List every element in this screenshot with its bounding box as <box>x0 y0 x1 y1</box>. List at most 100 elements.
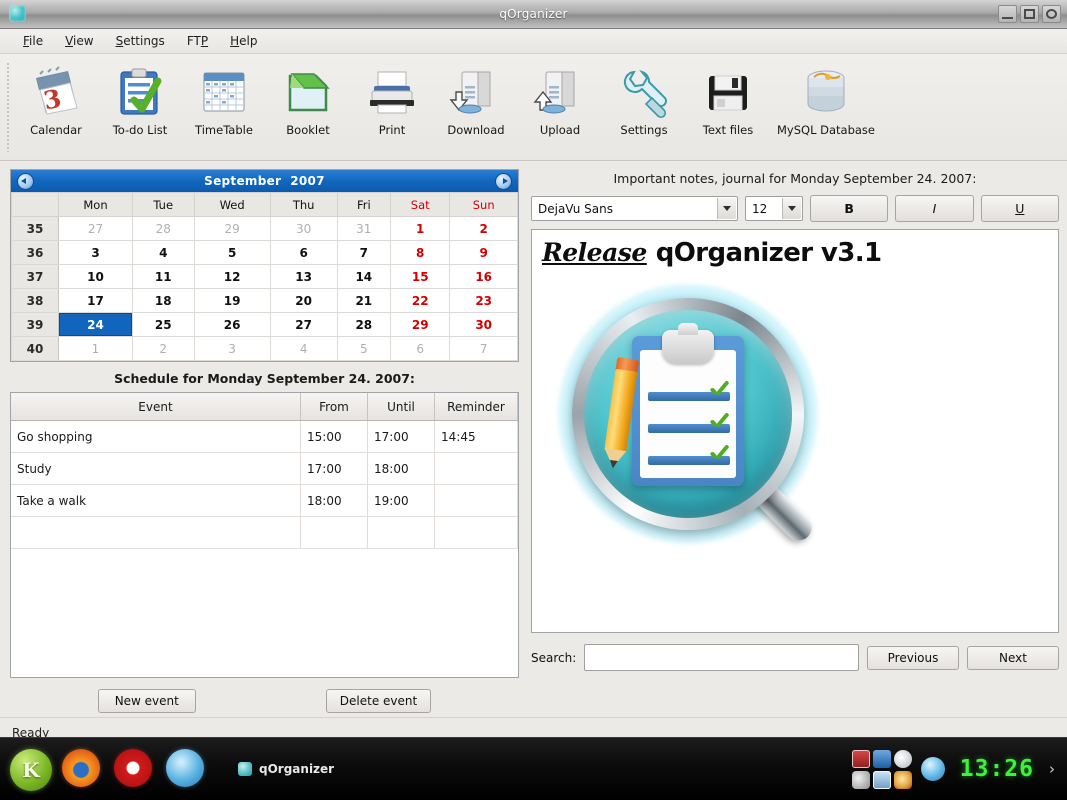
calendar-day[interactable]: 28 <box>131 216 195 241</box>
table-row[interactable]: Go shopping 15:00 17:00 14:45 <box>11 420 518 453</box>
font-family-combo[interactable]: DejaVu Sans <box>531 196 738 221</box>
search-input[interactable] <box>584 644 859 671</box>
schedule-cell-event[interactable]: Take a walk <box>11 484 301 517</box>
menu-file[interactable]: File <box>12 31 54 51</box>
speaker-icon[interactable] <box>851 770 870 789</box>
kde-menu-icon[interactable]: K <box>10 749 52 791</box>
menu-settings[interactable]: Settings <box>105 31 176 51</box>
font-size-combo[interactable]: 12 <box>745 196 803 221</box>
schedule-cell-event[interactable]: Study <box>11 452 301 485</box>
firefox-icon[interactable] <box>62 749 102 789</box>
taskbar-clock[interactable]: 13:26 <box>954 756 1040 782</box>
schedule-col-reminder[interactable]: Reminder <box>434 393 518 421</box>
calendar-day[interactable]: 1 <box>58 336 133 361</box>
schedule-cell-reminder[interactable] <box>434 516 518 549</box>
calendar-day[interactable]: 27 <box>269 312 338 337</box>
schedule-cell-reminder[interactable] <box>434 452 518 485</box>
tray-expand-arrow-icon[interactable]: › <box>1049 760 1061 778</box>
toolbar-button-calendar[interactable]: 3 Calendar <box>14 60 98 137</box>
close-button[interactable] <box>1042 5 1061 23</box>
schedule-cell-from[interactable]: 15:00 <box>300 420 368 453</box>
maximize-button[interactable] <box>1020 5 1039 23</box>
toolbar-button-booklet[interactable]: Booklet <box>266 60 350 137</box>
menu-help[interactable]: Help <box>219 31 268 51</box>
italic-button[interactable]: I <box>895 195 974 222</box>
calendar-day[interactable]: 17 <box>58 288 133 313</box>
photo-icon[interactable] <box>872 770 891 789</box>
calendar-day[interactable]: 9 <box>449 240 518 265</box>
minimize-button[interactable] <box>998 5 1017 23</box>
table-row[interactable]: Take a walk 18:00 19:00 <box>11 484 518 517</box>
calendar-day[interactable]: 11 <box>131 264 195 289</box>
calendar-day[interactable]: 14 <box>336 264 392 289</box>
calendar-day[interactable]: 25 <box>131 312 195 337</box>
calendar-day[interactable]: 22 <box>390 288 451 313</box>
schedule-col-until[interactable]: Until <box>367 393 435 421</box>
toolbar-button-download[interactable]: Download <box>434 60 518 137</box>
calendar-day[interactable]: 27 <box>58 216 133 241</box>
calendar-day[interactable]: 31 <box>336 216 392 241</box>
calendar-day[interactable]: 2 <box>449 216 518 241</box>
schedule-col-from[interactable]: From <box>300 393 368 421</box>
schedule-cell-until[interactable]: 19:00 <box>367 484 435 517</box>
calendar-day[interactable]: 10 <box>58 264 133 289</box>
konqueror-icon[interactable] <box>162 745 208 791</box>
toolbar-button-text-files[interactable]: Text files <box>686 60 770 137</box>
cloud-icon[interactable] <box>893 749 912 768</box>
schedule-cell-from[interactable]: 17:00 <box>300 452 368 485</box>
chevron-down-icon[interactable] <box>717 198 736 219</box>
schedule-cell-until[interactable]: 17:00 <box>367 420 435 453</box>
calendar-day[interactable]: 16 <box>449 264 518 289</box>
calendar-day[interactable]: 4 <box>269 336 338 361</box>
bold-button[interactable]: B <box>810 195 889 222</box>
calendar-day[interactable]: 21 <box>336 288 392 313</box>
toolbar-button-mysql-database[interactable]: MySQL Database <box>770 60 882 137</box>
calendar-prev-button[interactable] <box>17 172 34 190</box>
notes-editor[interactable]: Release qOrganizer v3.1 <box>531 229 1059 633</box>
keyboard-layout-icon[interactable] <box>851 749 870 768</box>
search-previous-button[interactable]: Previous <box>867 645 959 670</box>
calendar-day[interactable]: 3 <box>193 336 271 361</box>
schedule-cell-reminder[interactable] <box>434 484 518 517</box>
calendar-next-button[interactable] <box>495 172 512 190</box>
calendar-day[interactable]: 8 <box>390 240 451 265</box>
opera-icon[interactable] <box>114 749 154 789</box>
search-next-button[interactable]: Next <box>967 645 1059 670</box>
schedule-cell-from[interactable] <box>300 516 368 549</box>
menu-ftp[interactable]: FTP <box>176 31 219 51</box>
calendar-day[interactable]: 30 <box>449 312 518 337</box>
calendar-day-selected[interactable]: 24 <box>58 312 133 337</box>
calendar-day[interactable]: 6 <box>390 336 451 361</box>
schedule-cell-reminder[interactable]: 14:45 <box>434 420 518 453</box>
underline-button[interactable]: U <box>980 195 1059 222</box>
schedule-cell-until[interactable] <box>367 516 435 549</box>
toolbar-button-print[interactable]: Print <box>350 60 434 137</box>
calendar-day[interactable]: 28 <box>336 312 392 337</box>
calendar-day[interactable]: 19 <box>193 288 271 313</box>
schedule-cell-event[interactable]: Go shopping <box>11 420 301 453</box>
calendar-day[interactable]: 20 <box>269 288 338 313</box>
calendar-day[interactable]: 5 <box>193 240 271 265</box>
warning-icon[interactable] <box>893 770 912 789</box>
calendar-day[interactable]: 15 <box>390 264 451 289</box>
calendar-day[interactable]: 23 <box>449 288 518 313</box>
toolbar-button-todo-list[interactable]: To-do List <box>98 60 182 137</box>
calendar-day[interactable]: 6 <box>269 240 338 265</box>
toolbar-button-upload[interactable]: Upload <box>518 60 602 137</box>
chevron-down-icon[interactable] <box>782 198 801 219</box>
calendar-day[interactable]: 30 <box>269 216 338 241</box>
calendar-day[interactable]: 4 <box>131 240 195 265</box>
calendar-day[interactable]: 13 <box>269 264 338 289</box>
calendar-day[interactable]: 1 <box>390 216 451 241</box>
calendar-day[interactable]: 7 <box>336 240 392 265</box>
toolbar-button-settings[interactable]: Settings <box>602 60 686 137</box>
toolbar-button-timetable[interactable]: TimeTable <box>182 60 266 137</box>
new-event-button[interactable]: New event <box>97 689 196 713</box>
menu-view[interactable]: View <box>54 31 104 51</box>
calendar-day[interactable]: 7 <box>449 336 518 361</box>
schedule-cell-until[interactable]: 18:00 <box>367 452 435 485</box>
calendar-day[interactable]: 12 <box>193 264 271 289</box>
table-row[interactable] <box>11 516 518 549</box>
schedule-cell-event[interactable] <box>11 516 301 549</box>
globe-icon[interactable] <box>920 757 945 781</box>
